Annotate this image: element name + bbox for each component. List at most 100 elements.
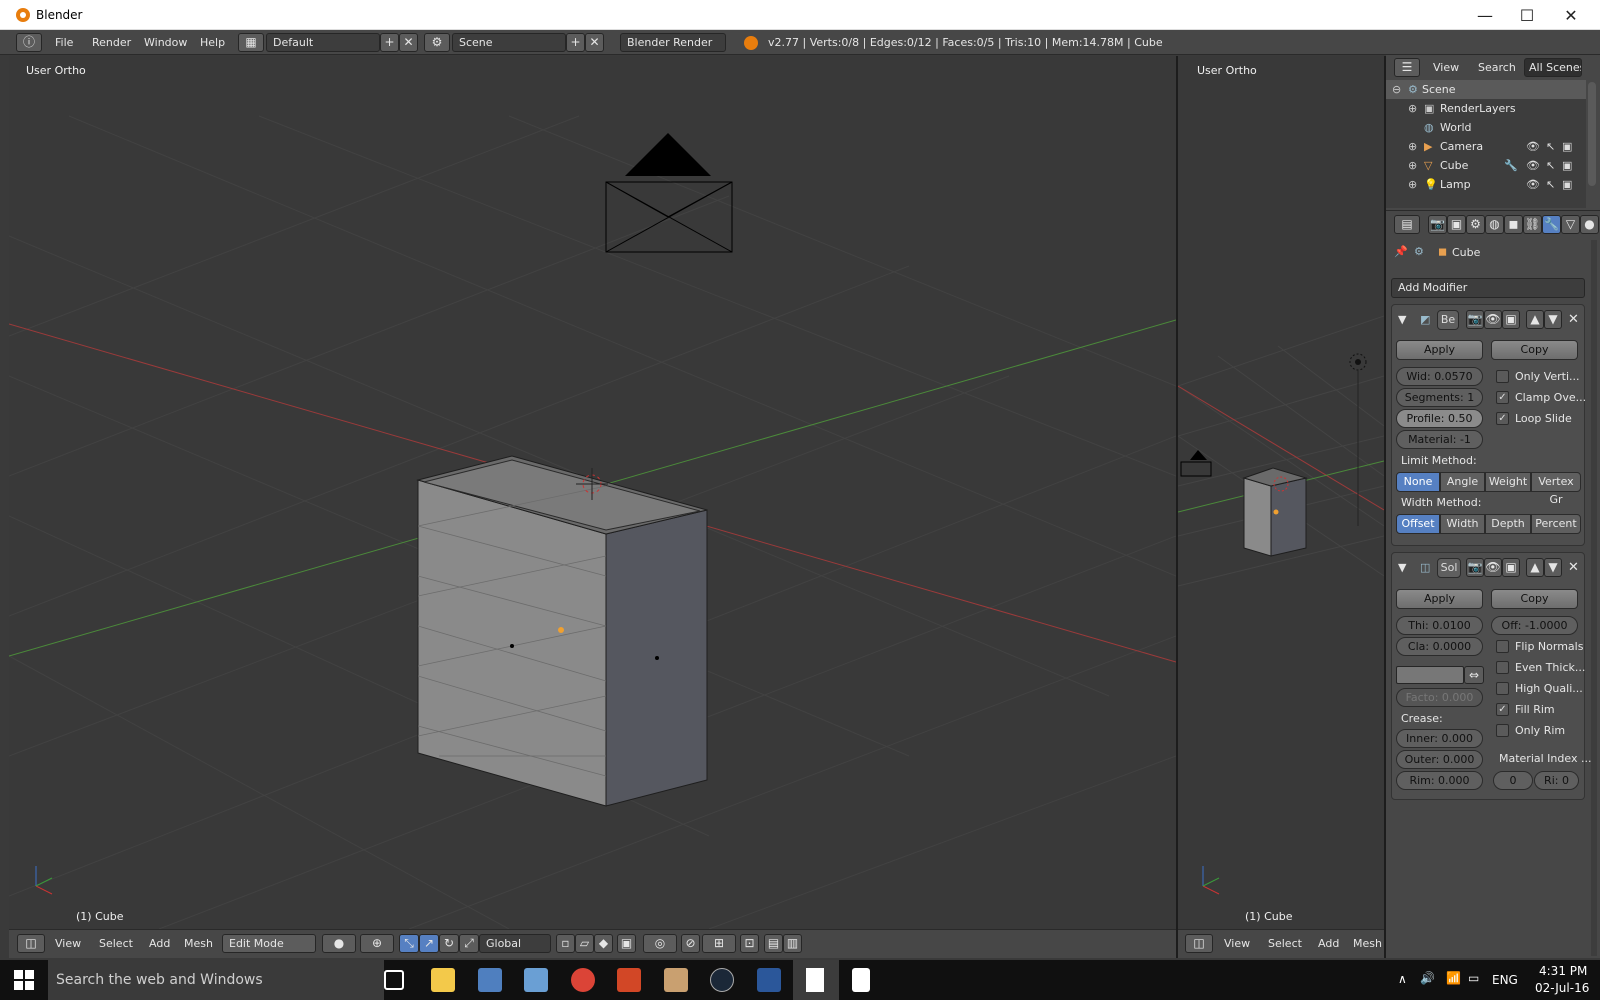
solidify-collapse-icon[interactable]: ▼ (1398, 561, 1406, 574)
bevel-move-up-icon[interactable]: ▲ (1526, 310, 1544, 329)
solidify-fill-rim-checkbox[interactable]: ✓ (1496, 703, 1509, 716)
bevel-profile-slider[interactable]: Profile: 0.50 (1396, 409, 1483, 428)
data-context-icon[interactable]: ▽ (1561, 215, 1580, 234)
word-icon[interactable] (757, 968, 781, 992)
scale-manipulator-icon[interactable]: ⤢ (459, 934, 479, 953)
pin-icon[interactable]: 📌 (1394, 245, 1408, 258)
file-explorer-icon[interactable] (431, 968, 455, 992)
visibility-eye-icon[interactable]: 👁 (1526, 156, 1540, 175)
material-context-icon[interactable]: ● (1580, 215, 1599, 234)
edge-select-icon[interactable]: ▱ (575, 934, 594, 953)
language-indicator[interactable]: ENG (1492, 973, 1518, 987)
solidify-flip-normals-checkbox[interactable] (1496, 640, 1509, 653)
close-button[interactable]: ✕ (1548, 0, 1594, 30)
bevel-segments-field[interactable]: Segments: 1 (1396, 388, 1483, 407)
add-modifier-select[interactable]: Add Modifier (1391, 278, 1585, 298)
steam-icon[interactable] (710, 968, 734, 992)
renderable-camera-icon[interactable]: ▣ (1562, 137, 1572, 156)
wifi-icon[interactable]: 📶 (1446, 971, 1461, 985)
translate-manipulator-icon[interactable]: ↗ (419, 934, 439, 953)
constraints-context-icon[interactable]: ⛓ (1523, 215, 1542, 234)
menu-add-secondary[interactable]: Add (1318, 935, 1339, 952)
task-view-icon[interactable] (384, 970, 404, 990)
width-method-width[interactable]: Width (1440, 514, 1485, 534)
solidify-invert-vgroup-icon[interactable]: ⇔ (1464, 666, 1484, 684)
lamp-small-icon[interactable] (1349, 353, 1367, 526)
limit-method-vertex-group[interactable]: Vertex Gr (1531, 472, 1581, 506)
proportional-editing-icon[interactable]: ◎ (643, 934, 677, 953)
bevel-name-field[interactable]: Be (1437, 310, 1459, 330)
limit-method-angle[interactable]: Angle (1440, 472, 1485, 492)
opengl-render-anim-icon[interactable]: ▥ (783, 934, 802, 953)
editor-type-outliner-icon[interactable]: ☰ (1394, 58, 1420, 77)
solidify-copy-button[interactable]: Copy (1491, 589, 1578, 609)
visibility-eye-icon[interactable]: 👁 (1526, 175, 1540, 194)
add-screen-icon[interactable]: + (380, 33, 399, 52)
menu-file[interactable]: File (55, 34, 73, 51)
transform-manipulator-icon[interactable]: ⤡ (399, 934, 419, 953)
solidify-thickness-field[interactable]: Thi: 0.0100 (1396, 616, 1483, 635)
bevel-loop-slide-checkbox[interactable]: ✓ (1496, 412, 1509, 425)
editor-type-properties-icon[interactable]: ▤ (1394, 215, 1420, 234)
solidify-vertex-group-field[interactable] (1396, 666, 1464, 684)
remove-screen-icon[interactable]: ✕ (399, 33, 418, 52)
outliner-row-scene[interactable]: ⊖ ⚙ Scene (1386, 80, 1586, 99)
mode-select[interactable]: Edit Mode (222, 934, 316, 953)
bevel-move-down-icon[interactable]: ▼ (1544, 310, 1562, 329)
remove-scene-icon[interactable]: ✕ (585, 33, 604, 52)
solidify-remove-icon[interactable]: ✕ (1568, 560, 1579, 575)
bevel-copy-button[interactable]: Copy (1491, 340, 1578, 360)
paint-app-icon[interactable] (524, 968, 548, 992)
width-method-offset[interactable]: Offset (1396, 514, 1440, 534)
modifiers-context-icon[interactable]: 🔧 (1542, 215, 1561, 234)
menu-help[interactable]: Help (200, 34, 225, 51)
outliner-row-lamp[interactable]: ⊕ 💡 Lamp 👁 ↖ ▣ (1386, 175, 1586, 194)
width-method-depth[interactable]: Depth (1485, 514, 1531, 534)
width-method-percent[interactable]: Percent (1531, 514, 1581, 534)
snap-target-icon[interactable]: ⊡ (740, 934, 759, 953)
powerpoint-icon[interactable] (617, 968, 641, 992)
solidify-apply-button[interactable]: Apply (1396, 589, 1483, 609)
limit-selection-icon[interactable]: ▣ (617, 934, 636, 953)
windows-start-icon[interactable] (14, 970, 34, 990)
camera-small-object[interactable] (1180, 450, 1212, 477)
clock-date[interactable]: 02-Jul-16 (1535, 981, 1589, 995)
properties-scrollbar[interactable] (1591, 240, 1597, 956)
solidify-rim-field[interactable]: Rim: 0.000 (1396, 771, 1483, 790)
face-select-icon[interactable]: ◆ (594, 934, 613, 953)
solidify-offset-field[interactable]: Off: -1.0000 (1491, 616, 1578, 635)
orientation-select[interactable]: Global (479, 934, 551, 953)
clock-time[interactable]: 4:31 PM (1539, 964, 1587, 978)
solidify-material-index-field[interactable]: 0 (1493, 771, 1533, 790)
editor-type-info-icon[interactable]: ⓘ (16, 33, 42, 52)
limit-method-none[interactable]: None (1396, 472, 1440, 492)
outliner-tab-view[interactable]: View (1433, 59, 1459, 76)
modifier-wrench-icon[interactable]: 🔧 (1504, 156, 1518, 175)
outliner-row-world[interactable]: ◍ World (1386, 118, 1586, 137)
render-context-icon[interactable]: 📷 (1428, 215, 1447, 234)
visibility-eye-icon[interactable]: 👁 (1526, 137, 1540, 156)
3d-viewport-main[interactable]: User Ortho (1) Cube (9, 56, 1176, 929)
outliner-row-camera[interactable]: ⊕ ▶ Camera 👁 ↖ ▣ (1386, 137, 1586, 156)
outliner-tab-search[interactable]: Search (1478, 59, 1516, 76)
printer-app-icon[interactable] (478, 968, 502, 992)
bevel-width-field[interactable]: Wid: 0.0570 (1396, 367, 1483, 386)
viewport-shading-icon[interactable]: ● (322, 934, 356, 953)
bevel-viewport-toggle-icon[interactable]: 👁 (1484, 310, 1502, 329)
solidify-high-quality-checkbox[interactable] (1496, 682, 1509, 695)
screen-layout-field[interactable]: Default (266, 33, 380, 52)
solidify-inner-field[interactable]: Inner: 0.000 (1396, 729, 1483, 748)
taskbar-active-app[interactable] (793, 960, 839, 1000)
rotate-manipulator-icon[interactable]: ↻ (439, 934, 459, 953)
outliner-row-renderlayers[interactable]: ⊕ ▣ RenderLayers (1386, 99, 1586, 118)
snap-element-icon[interactable]: ⊞ (702, 934, 736, 953)
bevel-remove-icon[interactable]: ✕ (1568, 312, 1579, 327)
solidify-rim-index-field[interactable]: Ri: 0 (1534, 771, 1579, 790)
minimize-button[interactable]: — (1462, 0, 1508, 30)
outliner-scrollbar[interactable] (1588, 82, 1596, 186)
tray-chevron-icon[interactable]: ∧ (1398, 972, 1407, 986)
editor-type-3d-icon[interactable]: ◫ (17, 934, 45, 953)
3d-viewport-secondary[interactable]: User Ortho (1) Cube (1178, 56, 1384, 929)
vertex-select-icon[interactable]: ▫ (556, 934, 575, 953)
volume-icon[interactable]: 🔊 (1420, 971, 1435, 985)
